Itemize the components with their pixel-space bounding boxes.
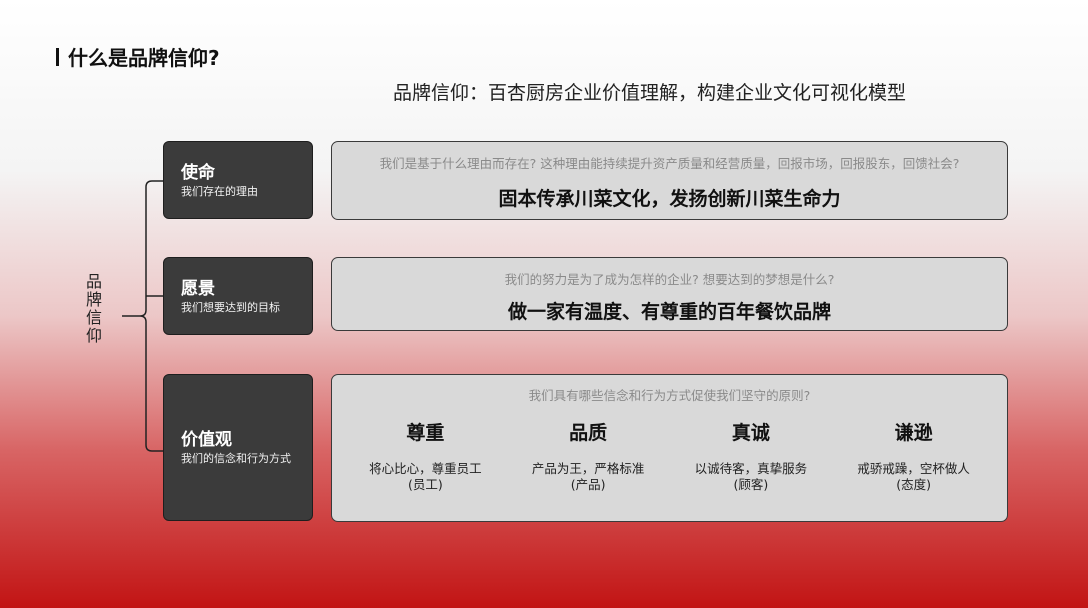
value-item-respect: 尊重 将心比心，尊重员工 (员工) — [350, 418, 500, 493]
value-title: 真诚 — [731, 422, 770, 444]
side-label-char: 信 — [85, 308, 102, 327]
value-target: (产品) — [570, 477, 606, 492]
value-description: 产品为王，严格标准 — [531, 461, 645, 476]
vision-subheading: 我们想要达到的目标 — [181, 300, 280, 314]
side-label-char: 仰 — [85, 326, 102, 345]
value-title: 谦逊 — [894, 422, 933, 444]
values-list: 尊重 将心比心，尊重员工 (员工) 品质 产品为王，严格标准 (产品) 真诚 以… — [332, 418, 1007, 493]
brand-belief-side-label: 品 牌 信 仰 — [84, 273, 104, 345]
values-question: 我们具有哪些信念和行为方式促使我们坚守的原则? — [528, 388, 811, 403]
mission-card: 使命 我们存在的理由 — [163, 141, 313, 219]
values-subheading: 我们的信念和行为方式 — [181, 452, 291, 465]
value-description: 以诚待客，真挚服务 — [694, 461, 808, 476]
value-target: (员工) — [407, 477, 443, 492]
side-label-char: 品 — [85, 272, 102, 291]
vision-statement: 做一家有温度、有尊重的百年餐饮品牌 — [507, 301, 831, 323]
vision-question: 我们的努力是为了成为怎样的企业? 想要达到的梦想是什么? — [504, 272, 835, 287]
value-target: (态度) — [896, 477, 931, 492]
mission-question: 我们是基于什么理由而存在? 这种理由能持续提升资产质量和经营质量，回报市场，回报… — [379, 156, 960, 171]
mission-subheading: 我们存在的理由 — [181, 184, 258, 198]
values-panel: 我们具有哪些信念和行为方式促使我们坚守的原则? 尊重 将心比心，尊重员工 (员工… — [331, 374, 1008, 522]
vision-panel: 我们的努力是为了成为怎样的企业? 想要达到的梦想是什么? 做一家有温度、有尊重的… — [331, 257, 1008, 331]
values-card: 价值观 我们的信念和行为方式 — [163, 374, 313, 521]
value-title: 品质 — [569, 422, 608, 444]
value-item-humility: 谦逊 戒骄戒躁，空杯做人 (态度) — [839, 418, 989, 493]
side-label-char: 牌 — [85, 290, 102, 309]
value-title: 尊重 — [406, 422, 445, 444]
value-item-quality: 品质 产品为王，严格标准 (产品) — [513, 418, 663, 493]
vision-card: 愿景 我们想要达到的目标 — [163, 257, 313, 335]
value-target: (顾客) — [733, 477, 769, 492]
vision-heading: 愿景 — [181, 278, 215, 299]
value-item-sincerity: 真诚 以诚待客，真挚服务 (顾客) — [676, 418, 826, 493]
mission-panel: 我们是基于什么理由而存在? 这种理由能持续提升资产质量和经营质量，回报市场，回报… — [331, 141, 1008, 220]
value-description: 戒骄戒躁，空杯做人 — [857, 461, 970, 476]
mission-statement: 固本传承川菜文化，发扬创新川菜生命力 — [498, 188, 841, 210]
values-heading: 价值观 — [181, 430, 232, 450]
value-description: 将心比心，尊重员工 — [369, 461, 482, 476]
mission-heading: 使命 — [181, 162, 215, 183]
